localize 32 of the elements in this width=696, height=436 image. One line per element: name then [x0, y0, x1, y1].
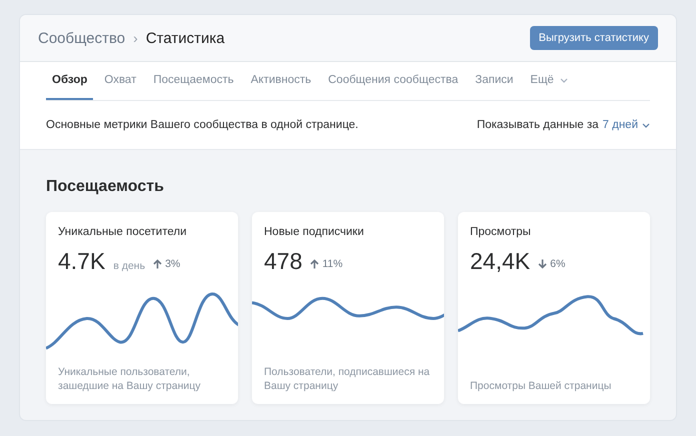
arrow-up-icon — [310, 259, 320, 269]
metric-value: 478 — [264, 248, 302, 275]
chevron-down-icon — [642, 122, 650, 128]
breadcrumb-separator: › — [133, 30, 138, 46]
description-text: Основные метрики Вашего сообщества в одной странице. — [46, 119, 358, 131]
tab[interactable]: Сообщения сообщества — [322, 62, 464, 100]
period-selector[interactable]: Показывать данные за 7 дней — [476, 119, 650, 131]
metric-value: 4.7K — [58, 248, 106, 275]
arrow-down-icon — [538, 259, 548, 269]
metric-unit: в день — [113, 260, 146, 272]
metric-caption: Пользователи, подписавшиеся на Вашу страницу — [264, 364, 431, 394]
tab[interactable]: Обзор — [46, 62, 94, 100]
chevron-down-icon — [560, 78, 568, 82]
tab[interactable]: Посещаемость — [147, 62, 240, 100]
metric-change: 3% — [165, 258, 180, 270]
metric-caption: Просмотры Вашей страницы — [470, 379, 612, 394]
tab[interactable]: Ещё — [524, 62, 574, 100]
metric-title: Просмотры — [470, 226, 532, 238]
breadcrumb-item[interactable]: Статистика — [146, 30, 225, 46]
tab[interactable]: Охват — [98, 62, 142, 100]
tab[interactable]: Активность — [244, 62, 318, 100]
arrow-up-icon — [153, 259, 162, 269]
tab[interactable]: Записи — [469, 62, 520, 100]
metric-change: 6% — [550, 258, 566, 270]
breadcrumb-item[interactable]: Сообщество — [38, 30, 126, 46]
metric-change: 11% — [322, 258, 343, 270]
export-button[interactable]: Выгрузить статистику — [530, 26, 658, 50]
metric-caption: Уникальные пользователи, зашедшие на Вашу страницу — [58, 364, 202, 394]
section-title: Посещаемость — [46, 178, 165, 196]
metric-title: Новые подписчики — [264, 226, 365, 238]
metric-title: Уникальные посетители — [58, 226, 188, 238]
metric-value: 24,4K — [470, 248, 530, 275]
